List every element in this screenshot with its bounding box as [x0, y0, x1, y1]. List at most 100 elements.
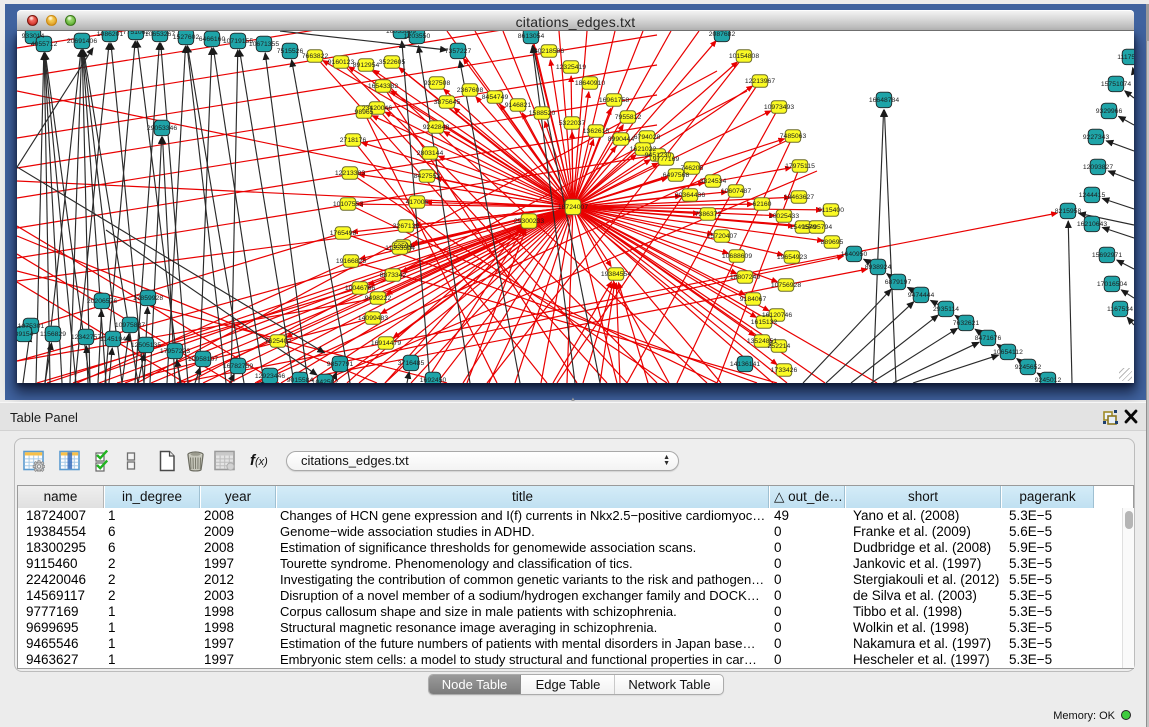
svg-text:10154808: 10154808	[729, 53, 759, 60]
svg-text:9115400: 9115400	[818, 207, 844, 214]
svg-text:1615132: 1615132	[751, 319, 778, 326]
svg-text:10107553: 10107553	[333, 201, 363, 208]
svg-text:3522605: 3522605	[379, 59, 406, 66]
svg-text:933014: 933014	[22, 33, 45, 40]
svg-text:3267130: 3267130	[393, 223, 420, 230]
svg-text:8454749: 8454749	[482, 94, 509, 101]
svg-text:19384554: 19384554	[601, 271, 631, 278]
svg-text:10218586: 10218586	[534, 48, 564, 55]
svg-text:9146821: 9146821	[505, 102, 532, 109]
svg-text:5322037: 5322037	[559, 120, 586, 127]
svg-text:18724007: 18724007	[558, 204, 588, 211]
svg-text:16648784: 16648784	[869, 97, 899, 104]
svg-text:15720407: 15720407	[707, 233, 737, 240]
svg-text:1527602: 1527602	[173, 34, 200, 41]
svg-text:16543382: 16543382	[368, 83, 398, 90]
svg-text:7485063: 7485063	[780, 133, 807, 140]
svg-text:9857791: 9857791	[327, 361, 354, 368]
svg-text:6466160: 6466160	[199, 36, 226, 43]
svg-text:7625402: 7625402	[265, 338, 292, 345]
svg-text:10653267: 10653267	[145, 31, 175, 38]
svg-text:25300233: 25300233	[514, 218, 544, 225]
svg-text:12325419: 12325419	[556, 64, 586, 71]
svg-text:8215958: 8215958	[1055, 208, 1082, 215]
svg-text:9227343: 9227343	[1083, 134, 1110, 141]
svg-text:9474444: 9474444	[908, 292, 935, 299]
svg-text:14136141: 14136141	[730, 361, 760, 368]
svg-text:16961758: 16961758	[599, 97, 629, 104]
svg-text:98965: 98965	[355, 109, 374, 116]
svg-text:9245652: 9245652	[1015, 364, 1042, 371]
svg-text:10671355: 10671355	[249, 41, 279, 48]
svg-text:16914479: 16914479	[371, 340, 401, 347]
svg-text:8427552: 8427552	[414, 173, 441, 180]
svg-text:19166825: 19166825	[336, 258, 366, 265]
svg-text:15495794: 15495794	[802, 224, 832, 231]
svg-text:16782759: 16782759	[223, 363, 253, 370]
svg-text:10756928: 10756928	[771, 282, 801, 289]
svg-text:20206576: 20206576	[87, 298, 117, 305]
svg-text:9015584: 9015584	[287, 377, 314, 383]
svg-text:1086201: 1086201	[97, 31, 124, 38]
svg-text:20691406: 20691406	[67, 38, 97, 45]
svg-text:417006: 417006	[406, 199, 429, 206]
svg-text:252214: 252214	[768, 343, 791, 350]
svg-text:1167534: 1167534	[1107, 306, 1133, 313]
svg-text:11353594: 11353594	[385, 245, 415, 252]
svg-text:7632621: 7632621	[953, 320, 980, 327]
svg-text:10046766: 10046766	[345, 285, 375, 292]
svg-text:1075301: 1075301	[18, 323, 45, 330]
svg-text:1640950: 1640950	[841, 251, 868, 258]
svg-text:3716485: 3716485	[398, 360, 425, 367]
svg-text:18640910: 18640910	[575, 80, 605, 87]
svg-text:12505135: 12505135	[131, 342, 161, 349]
svg-text:17016504: 17016504	[1097, 281, 1127, 288]
svg-text:9242848: 9242848	[423, 124, 450, 131]
svg-text:9329966: 9329966	[1096, 108, 1123, 115]
svg-text:1692450: 1692450	[420, 377, 447, 383]
svg-text:3875645: 3875645	[434, 99, 461, 106]
svg-text:8873342: 8873342	[380, 272, 407, 279]
svg-text:1588520: 1588520	[529, 110, 556, 117]
svg-text:746206: 746206	[681, 165, 704, 172]
svg-text:1145194: 1145194	[100, 336, 126, 343]
svg-text:2803144: 2803144	[417, 150, 444, 157]
svg-text:62160: 62160	[753, 201, 772, 208]
svg-text:6879197: 6879197	[885, 279, 912, 286]
svg-text:1203550: 1203550	[404, 33, 431, 40]
svg-text:10025433: 10025433	[769, 213, 799, 220]
svg-text:8990444: 8990444	[608, 136, 635, 143]
svg-text:16210643: 16210643	[1077, 221, 1107, 228]
svg-text:17957223: 17957223	[160, 348, 190, 355]
svg-text:10654112: 10654112	[993, 349, 1023, 356]
svg-text:10607487: 10607487	[721, 188, 751, 195]
svg-text:1042502: 1042502	[312, 379, 339, 383]
svg-text:29053346: 29053346	[147, 125, 177, 132]
svg-text:1244415: 1244415	[1079, 192, 1106, 199]
svg-text:8613054: 8613054	[518, 33, 545, 40]
svg-text:9245012: 9245012	[1035, 377, 1062, 383]
svg-text:9184067: 9184067	[740, 296, 767, 303]
svg-text:2935114: 2935114	[933, 306, 959, 313]
svg-text:2367608: 2367608	[457, 87, 484, 94]
svg-text:4055712: 4055712	[31, 41, 58, 48]
svg-text:10958107: 10958107	[188, 356, 218, 363]
svg-text:3824534: 3824534	[700, 178, 727, 185]
svg-text:6794028: 6794028	[634, 134, 661, 141]
svg-text:1765498: 1765498	[330, 230, 357, 237]
svg-text:8471676: 8471676	[975, 335, 1002, 342]
svg-text:889695: 889695	[821, 239, 844, 246]
svg-text:12213383: 12213383	[335, 170, 365, 177]
svg-text:15751074: 15751074	[1101, 81, 1131, 88]
svg-text:7663822: 7663822	[302, 53, 329, 60]
svg-text:15692971: 15692971	[1092, 252, 1122, 259]
svg-text:12093827: 12093827	[1083, 164, 1113, 171]
svg-text:1362615: 1362615	[583, 128, 610, 135]
svg-text:1117530: 1117530	[1117, 54, 1134, 61]
svg-text:7386372: 7386372	[695, 211, 722, 218]
svg-text:9777169: 9777169	[653, 156, 680, 163]
svg-text:2718176: 2718176	[340, 137, 367, 144]
svg-text:39154: 39154	[17, 331, 34, 338]
svg-text:18807249: 18807249	[730, 274, 760, 281]
svg-text:2087682: 2087682	[709, 31, 736, 38]
